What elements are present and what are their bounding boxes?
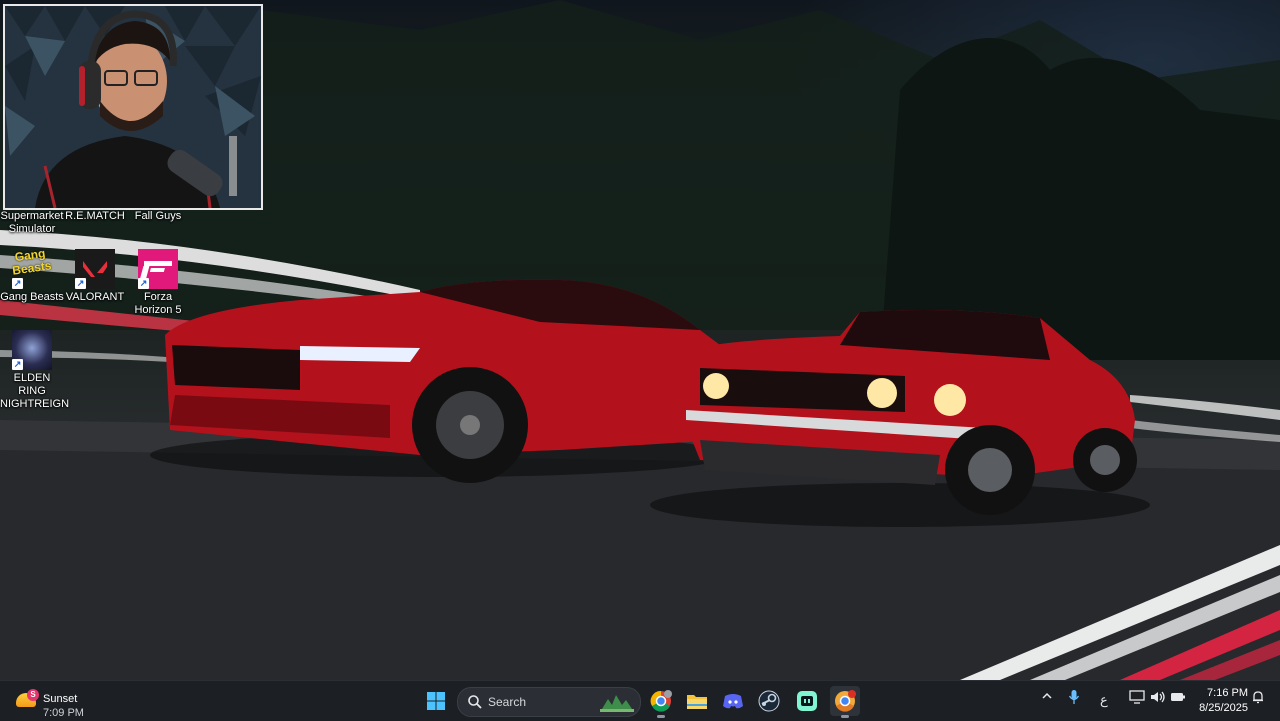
notification-center-button[interactable] xyxy=(1251,690,1265,707)
shortcut-arrow-icon: ↗ xyxy=(138,278,149,289)
taskbar-chrome-canary[interactable] xyxy=(830,686,860,718)
valorant-icon: ↗ xyxy=(75,249,115,289)
notification-badge: S xyxy=(27,689,39,701)
notification-bell-icon xyxy=(1253,691,1263,704)
desktop-icon-valorant[interactable]: ↗ VALORANT xyxy=(63,249,127,304)
steam-icon xyxy=(758,690,780,712)
taskbar-streamlabs[interactable] xyxy=(792,686,822,716)
search-icon xyxy=(468,695,482,709)
taskbar: S Sunset 7:09 PM Search ع 7:16 PM 8/25/2… xyxy=(0,680,1280,721)
desktop-icon-fall-guys[interactable]: Fall Guys xyxy=(123,210,193,223)
chevron-up-icon xyxy=(1042,692,1052,699)
weather-widget[interactable]: S Sunset 7:09 PM xyxy=(12,687,122,719)
shortcut-arrow-icon: ↗ xyxy=(12,278,23,289)
desktop-icon-label: R.E.MATCH xyxy=(65,210,125,222)
folder-icon xyxy=(687,695,707,709)
microphone-icon[interactable] xyxy=(1068,689,1080,708)
desktop-icon-elden-ring-nightreign[interactable]: ↗ ELDEN RING NIGHTREIGN xyxy=(0,330,69,411)
elden-ring-nightreign-icon: ↗ xyxy=(12,330,52,370)
show-hidden-icons-chevron-up-icon[interactable] xyxy=(1041,690,1053,705)
taskbar-file-explorer[interactable] xyxy=(682,686,712,716)
search-highlight-icon xyxy=(600,695,634,712)
shortcut-arrow-icon: ↗ xyxy=(75,278,86,289)
desktop-icon-label: Gang Beasts xyxy=(0,291,64,303)
clock-date: 8/25/2025 xyxy=(1199,702,1248,714)
desktop: Supermarket Simulator R.E.MATCH Fall Guy… xyxy=(0,0,1280,680)
speaker-icon xyxy=(1151,691,1165,703)
chrome-canary-icon xyxy=(835,690,856,712)
mic-icon xyxy=(1068,690,1080,704)
modern-mustang xyxy=(150,279,730,483)
desktop-icon-supermarket-simulator[interactable]: Supermarket Simulator xyxy=(0,210,67,236)
streamlabs-icon xyxy=(797,691,817,711)
taskbar-discord[interactable] xyxy=(718,686,748,716)
battery-charging-icon xyxy=(1171,693,1185,701)
clock-time: 7:16 PM xyxy=(1207,687,1248,699)
streamer-camera-feed xyxy=(5,6,261,208)
battery-icon[interactable] xyxy=(1170,691,1186,706)
desktop-icon-rematch[interactable]: R.E.MATCH xyxy=(60,210,130,223)
forza-horizon-5-icon: ↗ xyxy=(138,249,178,289)
windows-logo-icon xyxy=(427,692,445,710)
desktop-icon-label: Fall Guys xyxy=(134,210,182,222)
gang-beasts-icon: Gang Beasts ↗ xyxy=(11,246,52,289)
desktop-icon-forza-horizon-5[interactable]: ↗ Forza Horizon 5 xyxy=(126,249,190,317)
desktop-icon-label: Forza Horizon 5 xyxy=(134,291,182,316)
desktop-icon-label: Supermarket Simulator xyxy=(0,210,64,235)
discord-icon xyxy=(723,694,743,709)
search-label: Search xyxy=(488,695,527,709)
volume-icon[interactable] xyxy=(1150,690,1166,707)
taskbar-chrome[interactable] xyxy=(646,686,676,718)
shortcut-arrow-icon: ↗ xyxy=(12,359,23,370)
taskbar-steam[interactable] xyxy=(754,686,784,716)
desktop-icon-gang-beasts[interactable]: Gang Beasts ↗ Gang Beasts xyxy=(0,246,64,304)
system-clock[interactable]: 7:16 PM 8/25/2025 xyxy=(1194,686,1248,716)
network-icon[interactable] xyxy=(1129,690,1145,707)
monitor-network-icon xyxy=(1129,690,1145,704)
desktop-icon-label: VALORANT xyxy=(65,291,125,303)
weather-time: 7:09 PM xyxy=(43,707,84,719)
desktop-icon-label: ELDEN RING NIGHTREIGN xyxy=(0,372,70,410)
input-language-indicator[interactable]: ع xyxy=(1100,692,1108,708)
taskbar-search[interactable]: Search xyxy=(457,687,641,717)
chrome-icon xyxy=(650,690,672,712)
webcam-overlay xyxy=(3,4,263,210)
weather-title: Sunset xyxy=(43,693,78,705)
start-button[interactable] xyxy=(421,686,451,716)
